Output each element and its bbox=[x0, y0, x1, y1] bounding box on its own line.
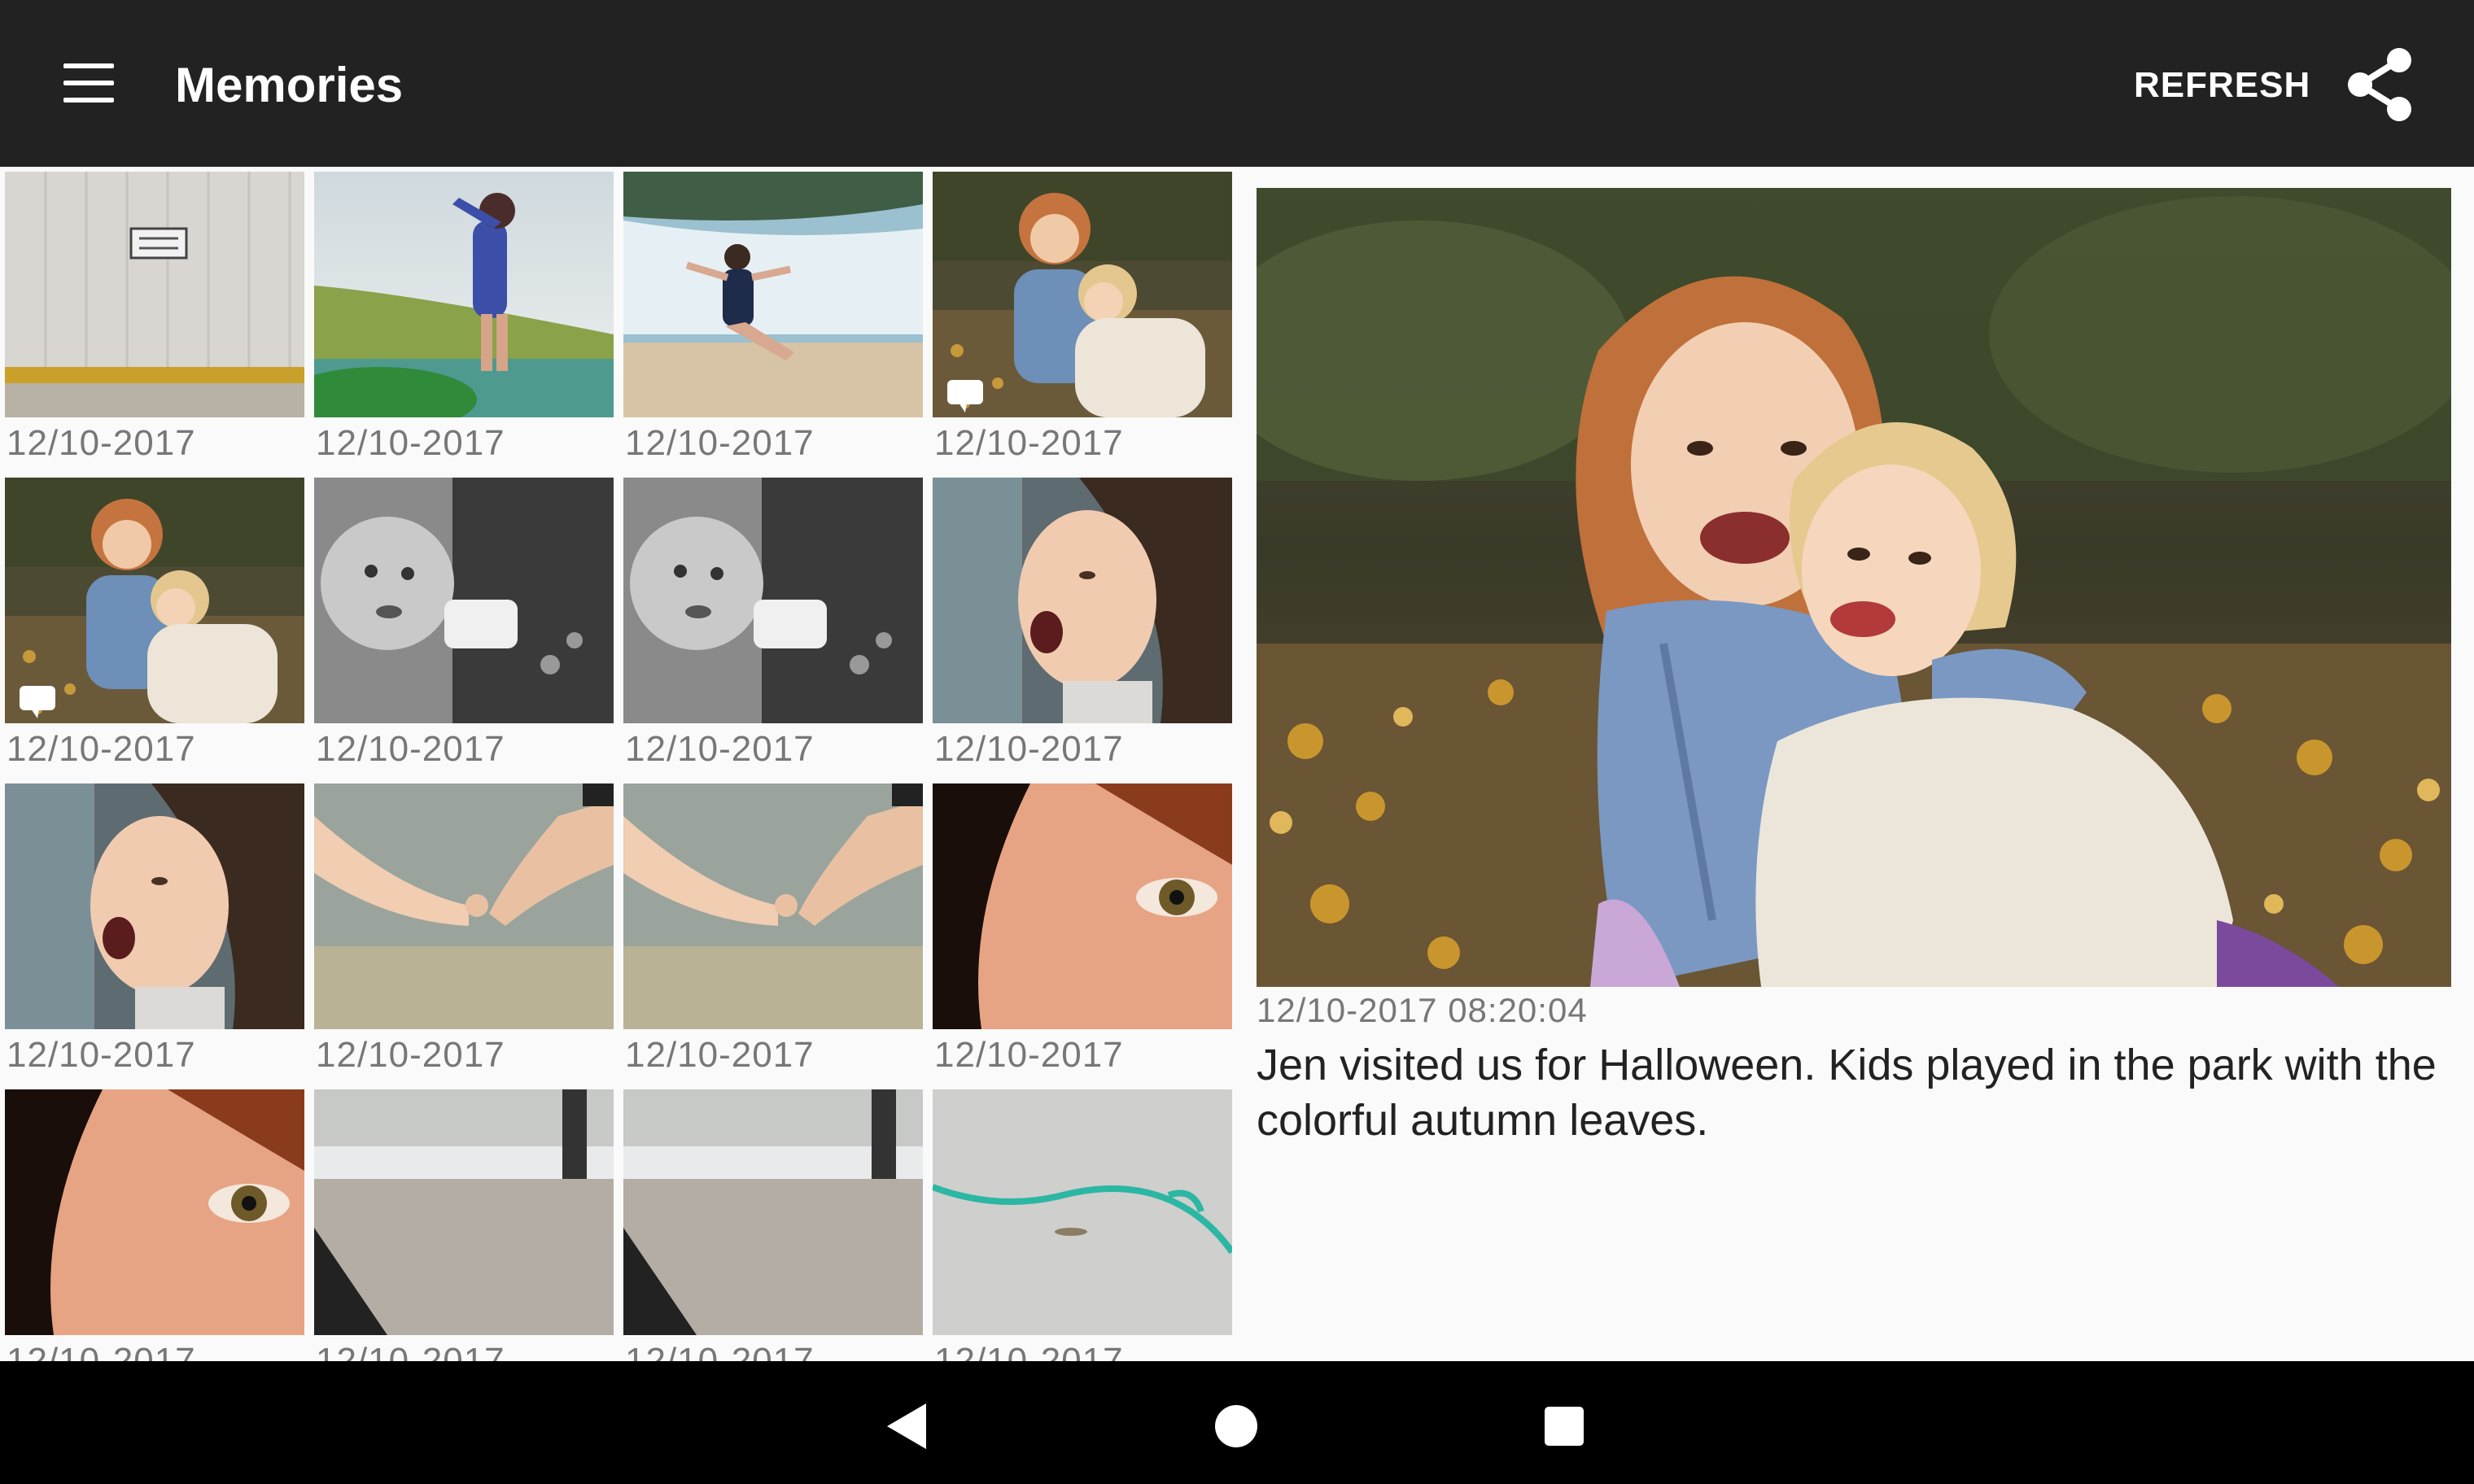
hamburger-menu-icon[interactable] bbox=[63, 63, 122, 103]
refresh-button[interactable]: REFRESH bbox=[2134, 65, 2310, 106]
photo-date: 12/10-2017 bbox=[7, 1035, 196, 1075]
photo-date: 12/10-2017 bbox=[316, 1035, 505, 1075]
photo-thumbnail-girl-screaming[interactable] bbox=[5, 783, 304, 1029]
photo-date: 12/10-2017 bbox=[625, 423, 815, 463]
grid-item[interactable]: 12/10-2017 bbox=[5, 779, 304, 1080]
detail-photo[interactable] bbox=[1257, 188, 2451, 987]
grid-item[interactable]: 12/10-2017 bbox=[314, 473, 614, 774]
app-title: Memories bbox=[175, 58, 404, 112]
photo-thumbnail-woman-by-sea[interactable] bbox=[314, 172, 614, 417]
photo-thumbnail-child-bw[interactable] bbox=[314, 478, 614, 723]
photo-thumbnail-girl-screaming[interactable] bbox=[933, 478, 1232, 723]
grid-item[interactable]: 12/10-2017 bbox=[933, 1085, 1232, 1361]
grid-item[interactable]: 12/10-2017 bbox=[5, 473, 304, 774]
photo-date: 12/10-2017 bbox=[316, 729, 505, 769]
home-circle-icon[interactable] bbox=[1215, 1405, 1257, 1447]
photo-thumbnail-woman-in-surf[interactable] bbox=[623, 172, 923, 417]
grid-item[interactable]: 12/10-2017 bbox=[933, 779, 1232, 1080]
photo-thumbnail-beach[interactable] bbox=[623, 1089, 923, 1335]
system-nav-bar bbox=[0, 1361, 2474, 1484]
photo-thumbnail-eye-closeup[interactable] bbox=[933, 783, 1232, 1029]
grid-item[interactable]: 12/10-2017 bbox=[623, 779, 923, 1080]
photo-date: 12/10-2017 bbox=[7, 423, 196, 463]
grid-item[interactable]: 12/10-2017 bbox=[623, 167, 923, 468]
grid-item[interactable]: 12/10-2017 bbox=[933, 473, 1232, 774]
detail-caption: Jen visited us for Halloween. Kids playe… bbox=[1257, 1041, 2437, 1145]
photo-date: 12/10-2017 bbox=[316, 423, 505, 463]
comment-icon bbox=[20, 686, 55, 722]
grid-item[interactable]: 12/10-2017 bbox=[623, 1085, 923, 1361]
grid-item[interactable]: 12/10-2017 bbox=[314, 779, 614, 1080]
grid-item[interactable]: 12/10-2017 bbox=[314, 167, 614, 468]
photo-thumbnail-rope-on-sand[interactable] bbox=[933, 1089, 1232, 1335]
photo-date: 12/10-2017 bbox=[934, 1341, 1124, 1361]
photo-date: 12/10-2017 bbox=[625, 1035, 815, 1075]
photo-date: 12/10-2017 bbox=[625, 729, 815, 769]
comment-icon bbox=[947, 380, 983, 417]
back-triangle-icon[interactable] bbox=[887, 1403, 928, 1453]
photo-date: 12/10-2017 bbox=[7, 729, 196, 769]
grid-item[interactable]: 12/10-2017 bbox=[5, 167, 304, 468]
grid-item[interactable]: 12/10-2017 bbox=[623, 473, 923, 774]
photo-date: 12/10-2017 bbox=[934, 423, 1124, 463]
content-area: 12/10-2017 12/10-2017 12/10-2017 12/10-2… bbox=[0, 167, 2474, 1361]
photo-grid[interactable]: 12/10-2017 12/10-2017 12/10-2017 12/10-2… bbox=[0, 167, 1245, 1361]
photo-thumbnail-pinky-promise[interactable] bbox=[623, 783, 923, 1029]
photo-thumbnail-no-parking[interactable] bbox=[5, 172, 304, 417]
photo-date: 12/10-2017 bbox=[625, 1341, 815, 1361]
photo-thumbnail-pinky-promise[interactable] bbox=[314, 783, 614, 1029]
recents-square-icon[interactable] bbox=[1545, 1407, 1584, 1446]
grid-item[interactable]: 12/10-2017 bbox=[933, 167, 1232, 468]
app-bar: Memories REFRESH bbox=[0, 0, 2474, 167]
share-icon[interactable] bbox=[2342, 46, 2417, 124]
photo-date: 12/10-2017 bbox=[934, 729, 1124, 769]
photo-thumbnail-beach[interactable] bbox=[314, 1089, 614, 1335]
photo-date: 12/10-2017 bbox=[316, 1341, 505, 1361]
photo-date: 12/10-2017 bbox=[7, 1341, 196, 1361]
detail-timestamp: 12/10-2017 08:20:04 bbox=[1257, 991, 1588, 1029]
photo-thumbnail-eye-closeup[interactable] bbox=[5, 1089, 304, 1335]
photo-thumbnail-child-bw[interactable] bbox=[623, 478, 923, 723]
photo-date: 12/10-2017 bbox=[934, 1035, 1124, 1075]
grid-item[interactable]: 12/10-2017 bbox=[314, 1085, 614, 1361]
grid-item[interactable]: 12/10-2017 bbox=[5, 1085, 304, 1361]
